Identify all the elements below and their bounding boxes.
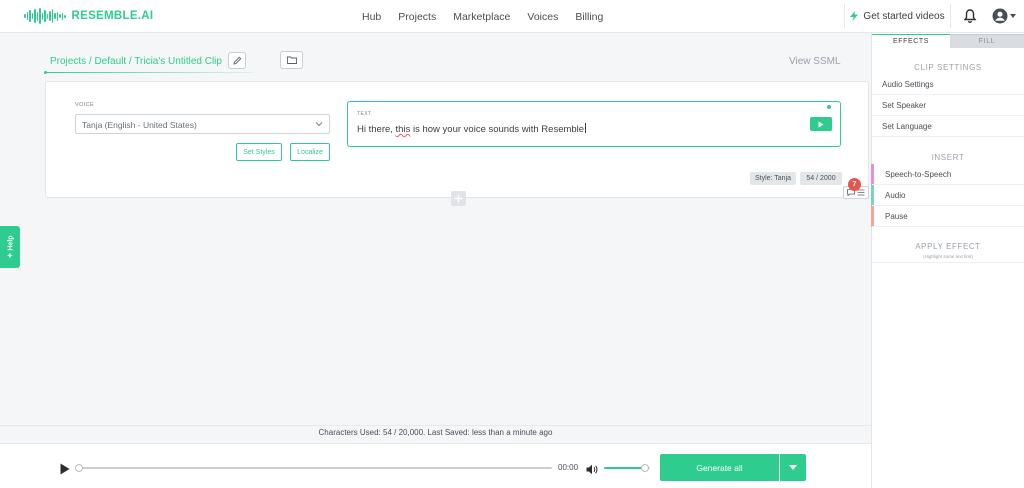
get-started-videos-button[interactable]: Get started videos <box>844 4 951 28</box>
edit-title-button[interactable] <box>228 52 246 69</box>
get-started-label: Get started videos <box>863 10 945 22</box>
plus-icon <box>454 194 463 203</box>
voice-select-value: Tanja (English - United States) <box>82 120 197 130</box>
add-clip-button[interactable] <box>451 191 466 206</box>
char-count-tag: 54 / 2000 <box>800 172 842 185</box>
volume-icon[interactable] <box>586 462 598 480</box>
nav-hub[interactable]: Hub <box>362 11 381 23</box>
list-icon <box>857 189 865 196</box>
generate-options-button[interactable] <box>780 454 806 481</box>
text-segment: is how your voice sounds with Resemble <box>410 124 585 135</box>
menu-set-speaker[interactable]: Set Speaker <box>872 95 1024 116</box>
insert-audio[interactable]: Audio <box>872 185 1024 206</box>
help-label: ✦ Help <box>7 235 15 259</box>
text-label: TEXT <box>357 111 372 117</box>
open-folder-button[interactable] <box>280 51 303 69</box>
play-icon <box>818 121 824 127</box>
localize-button[interactable]: Localize <box>290 143 330 161</box>
play-clip-button[interactable] <box>810 117 832 131</box>
generate-all-button[interactable]: Generate all <box>660 454 779 481</box>
nav-projects[interactable]: Projects <box>398 11 436 23</box>
play-all-button[interactable] <box>60 462 70 480</box>
playback-time: 00:00 <box>558 463 579 472</box>
insert-heading: INSERT <box>931 153 965 162</box>
view-ssml-link[interactable]: View SSML <box>789 56 841 67</box>
chevron-down-icon <box>1010 14 1016 18</box>
waveform-logo-icon <box>24 8 66 24</box>
insert-pause[interactable]: Pause <box>872 206 1024 227</box>
nav-billing[interactable]: Billing <box>575 11 603 23</box>
user-menu[interactable] <box>992 7 1016 25</box>
text-editor-content[interactable]: Hi there, this is how your voice sounds … <box>357 123 587 135</box>
progress-track[interactable] <box>80 467 552 469</box>
folder-icon <box>286 56 297 64</box>
nav-voices[interactable]: Voices <box>527 11 558 23</box>
volume-fill <box>604 467 646 469</box>
set-styles-button[interactable]: Set Styles <box>236 143 282 161</box>
logo[interactable]: RESEMBLE.AI <box>24 8 153 24</box>
characters-status: Characters Used: 54 / 20,000. Last Saved… <box>318 428 553 437</box>
voice-select[interactable]: Tanja (English - United States) <box>75 114 330 134</box>
pencil-icon <box>232 56 241 65</box>
menu-audio-settings[interactable]: Audio Settings <box>872 74 1024 95</box>
panel-divider <box>872 262 1024 263</box>
tab-fill[interactable]: FILL <box>950 34 1024 48</box>
menu-set-language[interactable]: Set Language <box>872 116 1024 137</box>
text-caret <box>585 123 587 133</box>
main-nav: Hub Projects Marketplace Voices Billing <box>362 0 603 33</box>
clip-settings-heading: CLIP SETTINGS <box>914 63 982 72</box>
progress-knob[interactable] <box>75 464 83 472</box>
tab-effects[interactable]: EFFECTS <box>872 34 950 48</box>
status-dot <box>827 105 831 109</box>
nav-marketplace[interactable]: Marketplace <box>453 11 510 23</box>
voice-label: VOICE <box>75 102 95 108</box>
text-segment-flagged: this <box>395 124 411 135</box>
notification-badge[interactable]: 7 <box>848 178 861 191</box>
caret-down-icon <box>789 465 797 470</box>
logo-text: RESEMBLE.AI <box>71 10 154 22</box>
text-segment: Hi there, <box>357 124 396 135</box>
help-label-text: Help <box>7 235 15 251</box>
lightning-icon <box>850 11 859 21</box>
insert-speech-to-speech[interactable]: Speech-to-Speech <box>872 164 1024 185</box>
chevron-down-icon <box>315 122 323 127</box>
breadcrumb-underline <box>44 72 254 73</box>
apply-effect-heading: APPLY EFFECT <box>915 242 981 251</box>
help-tab[interactable]: ✦ Help <box>0 226 20 268</box>
status-divider <box>0 425 871 426</box>
notifications-bell-icon[interactable] <box>962 8 978 24</box>
breadcrumb[interactable]: Projects / Default / Tricia's Untitled C… <box>50 56 222 67</box>
apply-effect-note: (Highlight some text first) <box>923 254 973 259</box>
user-avatar-icon <box>992 8 1008 24</box>
breadcrumb-dot <box>44 71 47 74</box>
style-tag: Style: Tanja <box>750 172 796 185</box>
play-icon <box>60 463 70 475</box>
